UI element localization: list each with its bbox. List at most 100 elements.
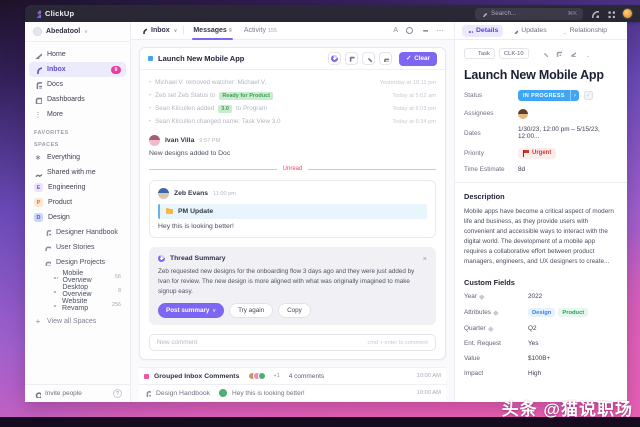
- global-search[interactable]: ⌘K: [475, 8, 583, 20]
- share-icon: [34, 169, 42, 177]
- inbox-row-design-handbook[interactable]: Design Handbook Hey this is looking bett…: [139, 384, 446, 401]
- doc-icon: [34, 81, 42, 89]
- row-meta: 4 comments: [289, 373, 324, 380]
- app-name: ClickUp: [45, 9, 74, 18]
- bullet-icon: •: [149, 106, 151, 112]
- close-icon[interactable]: ×: [423, 254, 427, 263]
- filter-icon[interactable]: [421, 27, 428, 34]
- customize-icon[interactable]: [406, 27, 413, 34]
- ai-summary-button[interactable]: [328, 52, 341, 65]
- custom-field-value[interactable]: Yes: [528, 340, 538, 347]
- sidebar-item-docs[interactable]: Docs: [25, 77, 130, 92]
- workspace-avatar: [33, 27, 42, 36]
- expand-button[interactable]: [345, 52, 358, 65]
- sidebar-item-inbox[interactable]: Inbox 9: [29, 62, 126, 77]
- summary-title: Thread Summary: [170, 255, 226, 262]
- tab-details[interactable]: Details: [462, 25, 503, 37]
- more-options-icon[interactable]: ⋯: [436, 26, 445, 35]
- workspace-switcher[interactable]: Abedatool ∨: [25, 22, 130, 42]
- sidebar-item-user-stories[interactable]: User Stories: [25, 240, 130, 255]
- bullet-icon: •: [149, 93, 151, 99]
- assignee-avatar[interactable]: [518, 109, 528, 119]
- sidebar-item-product[interactable]: P Product: [25, 195, 130, 210]
- quoted-doc[interactable]: PM Update: [158, 204, 427, 219]
- status-value: IN PROGRESS: [518, 90, 570, 101]
- sidebar-item-label: Design Projects: [56, 259, 105, 266]
- inbox-header: Inbox ∨ Messages 9 Activity 155 A ⋯: [131, 22, 454, 40]
- sidebar-item-label: Designer Handbook: [56, 229, 118, 236]
- thread-header: Launch New Mobile App ✓ Clear: [140, 48, 445, 70]
- row-time: 10:00 AM: [417, 390, 442, 396]
- custom-field-value[interactable]: Q2: [528, 325, 537, 332]
- tab-updates[interactable]: Updates: [507, 25, 551, 37]
- divider: [183, 26, 184, 35]
- inbox-count-badge: 9: [111, 66, 121, 74]
- unread-label: Unread: [283, 166, 303, 172]
- status-dropdown[interactable]: IN PROGRESS ›: [518, 90, 579, 101]
- priority-value[interactable]: Urgent: [518, 148, 556, 159]
- sidebar-item-website-revamp[interactable]: Website Revamp 256: [25, 298, 130, 312]
- link-icon[interactable]: [583, 50, 590, 57]
- sidebar-item-shared[interactable]: Shared with me: [25, 165, 130, 180]
- copy-button[interactable]: Copy: [278, 303, 311, 318]
- task-id-badge[interactable]: CLK-10: [499, 48, 529, 59]
- composer-hint: cmd + enter to comment: [368, 340, 428, 346]
- item-count: 256: [112, 302, 121, 308]
- inbox-dropdown[interactable]: Inbox ∨: [140, 27, 177, 34]
- description-text[interactable]: Mobile apps have become a critical aspec…: [464, 207, 618, 267]
- assignee-filter-icon[interactable]: A: [393, 27, 398, 34]
- post-summary-button[interactable]: Post summary ∨: [158, 303, 224, 318]
- tag-icon[interactable]: [555, 50, 562, 57]
- sidebar-item-home[interactable]: Home: [25, 47, 130, 62]
- bell-icon: [34, 66, 42, 74]
- clear-button[interactable]: ✓ Clear: [399, 52, 437, 66]
- sidebar-item-design[interactable]: D Design: [25, 210, 130, 225]
- gear-icon[interactable]: [541, 50, 548, 57]
- sidebar-item-desktop-overview[interactable]: Desktop Overview 8: [25, 284, 130, 298]
- ai-swirl-icon: [158, 255, 165, 262]
- tab-activity[interactable]: Activity 155: [241, 22, 280, 40]
- sidebar-item-engineering[interactable]: E Engineering: [25, 180, 130, 195]
- task-title[interactable]: Launch New Mobile App: [464, 68, 618, 82]
- inbox-row-grouped-comments[interactable]: Grouped Inbox Comments +1 4 comments 10:…: [139, 367, 446, 384]
- search-input[interactable]: [491, 10, 557, 17]
- new-comment-box[interactable]: cmd + enter to comment: [149, 334, 436, 351]
- sidebar-item-label: Engineering: [48, 184, 85, 191]
- sidebar-item-design-projects[interactable]: Design Projects: [25, 255, 130, 270]
- tab-relationship[interactable]: Relationship: [556, 25, 612, 37]
- apps-grid-icon[interactable]: [606, 9, 615, 18]
- sidebar-item-label: Desktop Overview: [62, 284, 113, 298]
- custom-field-value[interactable]: High: [528, 370, 541, 377]
- invite-people-button[interactable]: Invite people: [45, 390, 82, 397]
- sidebar-item-mobile-overview[interactable]: Mobile Overview 56: [25, 270, 130, 284]
- custom-field-value[interactable]: $100B+: [528, 355, 550, 362]
- view-all-spaces-button[interactable]: + View all Spaces: [25, 314, 130, 329]
- sidebar-item-label: User Stories: [56, 244, 95, 251]
- sidebar-item-designer-handbook[interactable]: Designer Handbook: [25, 225, 130, 240]
- archive-button[interactable]: [379, 52, 392, 65]
- attribute-chip-product[interactable]: Product: [558, 308, 588, 317]
- row-title: Design Handbook: [156, 390, 210, 397]
- comment-author: Zeb Evans: [174, 190, 208, 197]
- custom-field-value[interactable]: 2022: [528, 293, 542, 300]
- estimate-value[interactable]: 8d: [518, 166, 525, 173]
- try-again-button[interactable]: Try again: [229, 303, 273, 318]
- custom-field-label: Ent. Request: [464, 340, 528, 347]
- item-count: 8: [118, 288, 121, 294]
- dates-value[interactable]: 1/30/23, 12:00 pm – 5/15/23, 12:00...: [518, 126, 618, 140]
- collapse-button[interactable]: [362, 52, 375, 65]
- user-avatar[interactable]: [622, 8, 633, 19]
- new-comment-input[interactable]: [157, 339, 307, 346]
- attribute-chip-design[interactable]: Design: [528, 308, 555, 317]
- task-type-badge[interactable]: Task: [464, 48, 495, 59]
- sidebar-item-more[interactable]: ⋮ More: [25, 107, 130, 122]
- cube-icon[interactable]: [569, 50, 576, 57]
- help-icon[interactable]: ?: [113, 389, 122, 398]
- record-icon[interactable]: [590, 9, 599, 18]
- sidebar-item-label: Inbox: [47, 66, 66, 73]
- bell-icon: [140, 27, 147, 34]
- sidebar-item-everything[interactable]: ∗ Everything: [25, 150, 130, 165]
- sidebar-item-dashboards[interactable]: Dashboards: [25, 92, 130, 107]
- complete-checkbox[interactable]: ✓: [584, 91, 593, 100]
- tab-messages[interactable]: Messages 9: [190, 22, 234, 40]
